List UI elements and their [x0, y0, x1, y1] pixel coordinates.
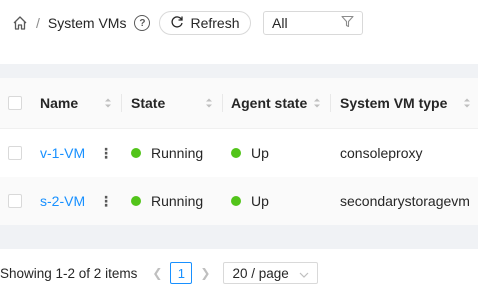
sort-icon[interactable]	[205, 97, 213, 109]
question-circle-icon[interactable]: ?	[134, 15, 151, 31]
agent-state-cell: Up	[231, 177, 269, 225]
column-header-state[interactable]: State	[131, 78, 165, 128]
reload-icon	[170, 15, 184, 32]
refresh-label: Refresh	[190, 15, 240, 31]
content-divider	[0, 64, 478, 78]
status-dot	[231, 196, 241, 206]
vm-name-link[interactable]: v-1-VM	[40, 129, 85, 177]
pagination-summary: Showing 1-2 of 2 items	[0, 265, 138, 281]
filter-select[interactable]: All	[263, 11, 363, 35]
breadcrumb: / System VMs ?	[12, 12, 151, 34]
column-header-name[interactable]: Name	[40, 78, 78, 128]
table-row: s-2-VM ⋮ Running Up secondarystoragevm	[0, 177, 478, 226]
select-all-cell	[8, 78, 22, 128]
table-row: v-1-VM ⋮ Running Up consoleproxy	[0, 129, 478, 178]
page-1-button[interactable]: 1	[170, 262, 193, 284]
page-size-value: 20 / page	[232, 265, 289, 281]
status-dot	[131, 196, 141, 206]
sort-icon[interactable]	[104, 97, 112, 109]
filter-value: All	[272, 15, 288, 31]
next-page-icon[interactable]: ❯	[200, 266, 210, 280]
status-dot	[231, 148, 241, 158]
more-actions-icon[interactable]: ⋮	[99, 177, 113, 225]
column-divider	[330, 94, 331, 112]
more-actions-icon[interactable]: ⋮	[99, 129, 113, 177]
page-title: System VMs	[47, 15, 127, 31]
breadcrumb-separator: /	[36, 15, 40, 31]
agent-state-text: Up	[251, 145, 269, 161]
sort-icon[interactable]	[313, 97, 321, 109]
row-checkbox[interactable]	[8, 194, 22, 208]
state-cell: Running	[131, 177, 203, 225]
chevron-down-icon	[299, 266, 309, 281]
filter-icon	[341, 15, 354, 31]
column-divider	[222, 94, 223, 112]
select-all-checkbox[interactable]	[8, 96, 22, 110]
state-cell: Running	[131, 129, 203, 177]
sort-icon[interactable]	[463, 97, 471, 109]
system-vm-type-cell: consoleproxy	[340, 145, 423, 161]
agent-state-cell: Up	[231, 129, 269, 177]
status-dot	[131, 148, 141, 158]
footer-divider	[0, 225, 478, 249]
agent-state-text: Up	[251, 193, 269, 209]
home-icon[interactable]	[12, 15, 28, 31]
prev-page-icon[interactable]: ❮	[152, 266, 162, 280]
column-header-agent-state[interactable]: Agent state	[231, 78, 307, 128]
row-select-cell	[8, 177, 22, 225]
page-size-select[interactable]: 20 / page	[223, 262, 319, 284]
row-select-cell	[8, 129, 22, 177]
row-checkbox[interactable]	[8, 146, 22, 160]
table-header: Name State Agent state System VM type	[0, 78, 478, 129]
state-text: Running	[151, 145, 204, 161]
vm-name-link[interactable]: s-2-VM	[40, 177, 85, 225]
refresh-button[interactable]: Refresh	[159, 11, 251, 35]
column-header-system-vm-type[interactable]: System VM type	[340, 78, 447, 128]
system-vm-type-cell: secondarystoragevm	[340, 193, 470, 209]
column-divider	[121, 94, 122, 112]
state-text: Running	[151, 193, 204, 209]
pagination: Showing 1-2 of 2 items ❮ 1 ❯ 20 / page	[0, 261, 319, 285]
